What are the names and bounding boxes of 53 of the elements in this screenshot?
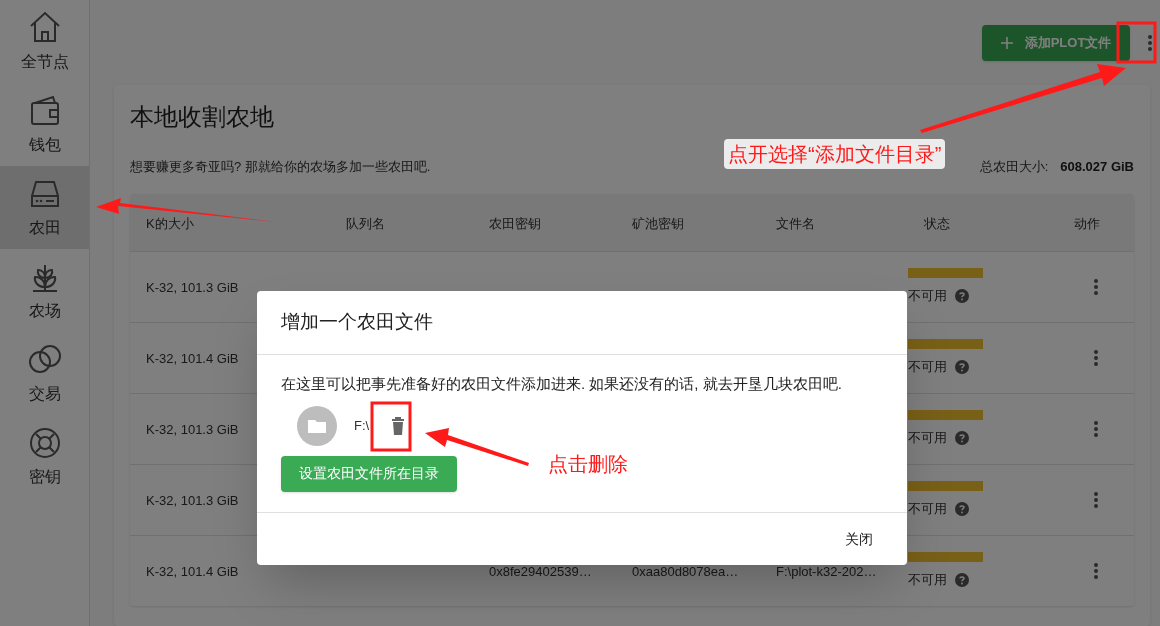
table-cell: 0x8fe29402539… (489, 564, 592, 579)
column-header: 矿池密钥 (632, 215, 684, 231)
total-size-label: 总农田大小: (979, 157, 1049, 176)
help-icon[interactable] (955, 360, 969, 374)
sidebar-item[interactable]: 交易 (0, 332, 89, 415)
folder-icon (297, 405, 337, 446)
directory-path: F:\ (354, 416, 371, 435)
column-header: 动作 (1074, 215, 1100, 231)
annotation-note: 点击删除 (548, 452, 628, 477)
status-text: 不可用 (908, 429, 947, 448)
column-header: 农田密钥 (489, 215, 541, 231)
total-size-value: 608.027 GiB (1060, 157, 1134, 176)
sidebar-item[interactable]: 密钥 (0, 415, 89, 498)
column-header: 文件名 (776, 215, 815, 231)
dialog-title: 增加一个农田文件 (257, 291, 907, 355)
highlight-frame (370, 401, 412, 452)
table-cell: K-32, 101.3 GiB (146, 493, 239, 508)
dialog-description: 在这里可以把事先准备好的农田文件添加进来. 如果还没有的话, 就去开垦几块农田吧. (281, 374, 843, 394)
more-icon[interactable] (1148, 35, 1152, 51)
status-text: 不可用 (908, 571, 947, 590)
more-icon[interactable] (1094, 563, 1098, 579)
sidebar-item[interactable]: 农田 (0, 166, 89, 249)
table-cell: K-32, 101.4 GiB (146, 351, 239, 366)
highlight-frame (1116, 21, 1157, 64)
close-button[interactable]: 关闭 (837, 524, 881, 554)
trash-icon[interactable] (391, 416, 405, 435)
column-header: 队列名 (346, 215, 385, 231)
help-icon[interactable] (955, 289, 969, 303)
column-header: K的大小 (146, 215, 194, 231)
sidebar-item[interactable]: 全节点 (0, 0, 89, 83)
annotation-note: 点开选择“添加文件目录” (724, 139, 946, 169)
more-icon[interactable] (1094, 350, 1098, 366)
more-icon[interactable] (1094, 492, 1098, 508)
status-text: 不可用 (908, 500, 947, 519)
status-text: 不可用 (908, 358, 947, 377)
status-text: 不可用 (908, 287, 947, 306)
table-cell: K-32, 101.3 GiB (146, 280, 239, 295)
more-icon[interactable] (1094, 279, 1098, 295)
column-header: 状态 (924, 215, 950, 231)
card-subtitle: 想要赚更多奇亚吗? 那就给你的农场多加一些农田吧. (130, 157, 431, 176)
help-icon[interactable] (955, 502, 969, 516)
table-cell: K-32, 101.3 GiB (146, 422, 239, 437)
more-icon[interactable] (1094, 421, 1098, 437)
plus-icon (1000, 37, 1013, 49)
table-cell: 0xaa80d8078ea… (632, 564, 739, 579)
help-icon[interactable] (955, 431, 969, 445)
sidebar-item[interactable]: 钱包 (0, 83, 89, 166)
set-directory-button[interactable]: 设置农田文件所在目录 (281, 455, 457, 492)
table-cell: F:\plot-k32-202… (776, 564, 877, 579)
sidebar-item[interactable]: 农场 (0, 249, 89, 332)
help-icon[interactable] (955, 573, 969, 587)
card-title: 本地收割农地 (130, 102, 275, 129)
table-cell: K-32, 101.4 GiB (146, 564, 239, 579)
